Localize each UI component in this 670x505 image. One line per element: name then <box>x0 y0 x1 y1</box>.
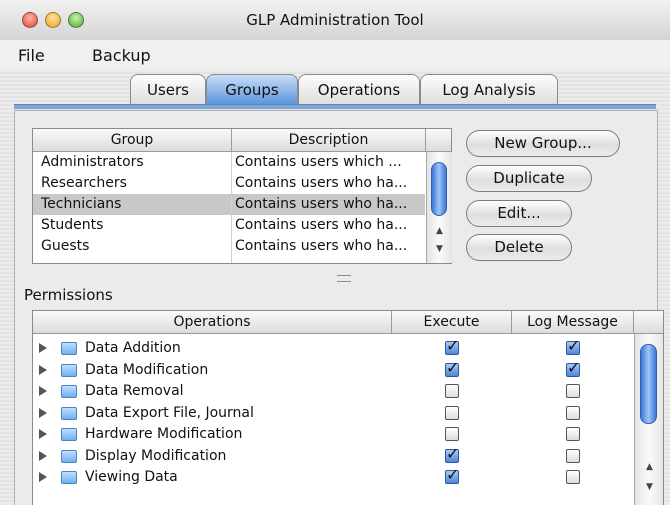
permission-row[interactable]: Display Modification ✓ <box>33 443 633 467</box>
column-header-group[interactable]: Group <box>33 129 232 152</box>
log-message-checkbox[interactable]: ✓ <box>566 336 581 355</box>
tab-log-analysis[interactable]: Log Analysis <box>420 74 558 104</box>
operation-name: Data Addition <box>85 340 181 356</box>
edit-button[interactable]: Edit... <box>466 200 572 227</box>
group-description: Contains users who ha... <box>235 196 408 212</box>
log-message-checkbox[interactable] <box>566 427 580 441</box>
new-group-button[interactable]: New Group... <box>466 130 620 157</box>
checkmark-icon: ✓ <box>446 357 460 377</box>
folder-icon <box>61 471 77 484</box>
tab-separator <box>14 104 656 109</box>
group-description: Contains users which ... <box>235 154 402 170</box>
log-message-checkbox[interactable] <box>566 405 580 420</box>
duplicate-button[interactable]: Duplicate <box>466 165 592 192</box>
table-row[interactable]: Administrators Contains users which ... <box>33 152 425 173</box>
menu-backup[interactable]: Backup <box>92 46 151 65</box>
column-header-spacer <box>634 311 663 334</box>
group-description: Contains users who ha... <box>235 175 408 191</box>
scrollbar-thumb[interactable] <box>640 344 657 424</box>
folder-icon <box>61 363 77 377</box>
tab-groups[interactable]: Groups <box>206 74 298 104</box>
checkmark-icon: ✓ <box>446 443 460 463</box>
disclosure-triangle-icon[interactable] <box>39 450 47 461</box>
group-description: Contains users who ha... <box>235 217 408 233</box>
group-table: Group Description Administrators Contain… <box>32 128 452 264</box>
execute-checkbox[interactable] <box>445 405 459 420</box>
permissions-label: Permissions <box>24 286 113 304</box>
column-header-description[interactable]: Description <box>232 129 426 152</box>
permission-row[interactable]: Hardware Modification <box>33 424 633 445</box>
menu-file[interactable]: File <box>18 46 45 65</box>
permission-row[interactable]: Data Modification ✓ ✓ <box>33 357 633 381</box>
title-bar: GLP Administration Tool <box>0 0 670 41</box>
log-message-checkbox[interactable] <box>566 448 580 463</box>
checkmark-icon: ✓ <box>446 336 460 355</box>
split-pane-handle[interactable] <box>337 275 351 282</box>
group-name: Students <box>41 217 104 233</box>
group-name: Administrators <box>41 154 144 170</box>
scroll-down-arrow-icon[interactable]: ▼ <box>427 244 452 254</box>
menu-bar: File Backup <box>0 40 670 71</box>
log-message-checkbox[interactable]: ✓ <box>566 357 581 377</box>
delete-button[interactable]: Delete <box>466 234 572 261</box>
execute-checkbox[interactable]: ✓ <box>445 465 460 484</box>
execute-checkbox[interactable]: ✓ <box>445 357 460 377</box>
tab-users[interactable]: Users <box>130 74 206 104</box>
tab-operations[interactable]: Operations <box>298 74 420 104</box>
operation-name: Data Export File, Journal <box>85 404 254 421</box>
folder-icon <box>61 406 77 420</box>
folder-icon <box>61 342 77 355</box>
scroll-up-arrow-icon[interactable]: ▲ <box>635 462 663 472</box>
permission-row[interactable]: Data Removal <box>33 381 633 402</box>
group-name: Researchers <box>41 175 127 191</box>
permission-row[interactable]: Data Addition ✓ ✓ <box>33 338 633 359</box>
scrollbar-thumb[interactable] <box>431 162 447 216</box>
disclosure-triangle-icon[interactable] <box>39 386 47 396</box>
group-name: Technicians <box>41 196 122 212</box>
operation-name: Data Modification <box>85 361 209 378</box>
group-description: Contains users who ha... <box>235 238 408 254</box>
column-header-operations[interactable]: Operations <box>33 311 392 334</box>
window-title: GLP Administration Tool <box>246 11 424 29</box>
table-row[interactable]: Guests Contains users who ha... <box>33 236 425 257</box>
permission-row[interactable]: Data Export File, Journal <box>33 403 633 424</box>
checkmark-icon: ✓ <box>567 357 581 377</box>
group-name: Guests <box>41 238 90 254</box>
table-row-selected[interactable]: Technicians Contains users who ha... <box>33 194 425 215</box>
folder-icon <box>61 385 77 398</box>
operation-name: Viewing Data <box>85 469 178 485</box>
log-message-checkbox[interactable] <box>566 470 580 484</box>
execute-checkbox[interactable]: ✓ <box>445 336 460 355</box>
log-message-checkbox[interactable] <box>566 384 580 398</box>
execute-checkbox[interactable]: ✓ <box>445 443 460 463</box>
column-header-spacer <box>426 129 451 152</box>
column-divider <box>231 152 232 263</box>
operation-name: Display Modification <box>85 447 227 464</box>
operation-name: Hardware Modification <box>85 426 243 442</box>
table-row[interactable]: Students Contains users who ha... <box>33 215 425 236</box>
execute-checkbox[interactable] <box>445 384 459 398</box>
column-header-log-message[interactable]: Log Message <box>512 311 634 334</box>
folder-icon <box>61 428 77 441</box>
permissions-scrollbar[interactable]: ▲ ▼ <box>634 334 663 505</box>
group-table-scrollbar[interactable]: ▲ ▼ <box>426 152 452 263</box>
disclosure-triangle-icon[interactable] <box>39 343 47 353</box>
disclosure-triangle-icon[interactable] <box>39 407 47 418</box>
checkmark-icon: ✓ <box>446 465 460 484</box>
disclosure-triangle-icon[interactable] <box>39 429 47 439</box>
permission-row[interactable]: Viewing Data ✓ <box>33 467 633 488</box>
permissions-table: Operations Execute Log Message Data Addi… <box>32 310 664 505</box>
table-row[interactable]: Researchers Contains users who ha... <box>33 173 425 194</box>
disclosure-triangle-icon[interactable] <box>39 364 47 375</box>
checkmark-icon: ✓ <box>567 336 581 355</box>
scroll-up-arrow-icon[interactable]: ▲ <box>427 226 452 236</box>
folder-icon <box>61 449 77 463</box>
disclosure-triangle-icon[interactable] <box>39 472 47 482</box>
operation-name: Data Removal <box>85 383 184 399</box>
column-header-execute[interactable]: Execute <box>392 311 512 334</box>
scroll-down-arrow-icon[interactable]: ▼ <box>635 482 663 492</box>
execute-checkbox[interactable] <box>445 427 459 441</box>
